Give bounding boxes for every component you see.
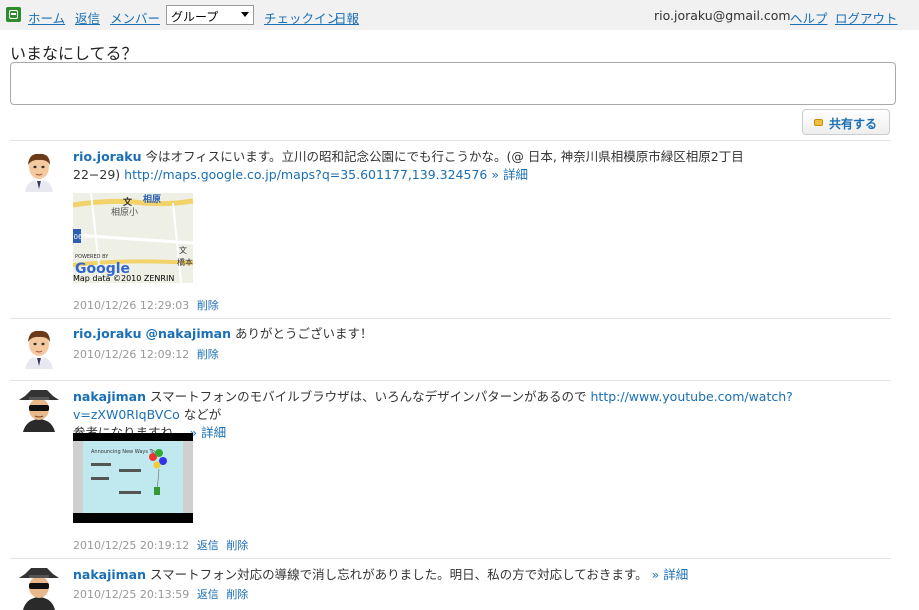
avatar[interactable] xyxy=(17,388,61,432)
map-label-1: 文 xyxy=(122,196,133,208)
top-nav-bar: ホーム 返信 メンバー グループ チェックイン 日報 rio.joraku@gm… xyxy=(0,0,919,30)
nav-checkin-link[interactable]: チェックイン xyxy=(264,8,339,27)
post-message-cont: 22−29) xyxy=(73,167,121,182)
nav-home-link[interactable]: ホーム xyxy=(28,8,65,27)
delete-link[interactable]: 削除 xyxy=(226,539,248,552)
post-text: rio.joraku 今はオフィスにいます。立川の昭和記念公園にでも行こうかな。… xyxy=(73,148,893,184)
post-mention-link[interactable]: @nakajiman xyxy=(145,326,231,341)
nav-members-link[interactable]: メンバー xyxy=(110,8,160,27)
post-timestamp: 2010/12/26 12:29:03 xyxy=(73,299,190,312)
delete-link[interactable]: 削除 xyxy=(197,299,219,312)
reply-link[interactable]: 返信 xyxy=(197,588,219,601)
post-username-link[interactable]: nakajiman xyxy=(73,389,146,404)
post-map-link[interactable]: http://maps.google.co.jp/maps?q=35.60117… xyxy=(124,167,487,182)
map-label-2: 相原 xyxy=(143,193,161,205)
post-message: ありがとうございます！ xyxy=(234,326,373,341)
nav-help-link[interactable]: ヘルプ xyxy=(790,8,828,27)
post-meta: 2010/12/25 20:19:12 返信 削除 xyxy=(73,537,248,553)
avatar[interactable] xyxy=(17,325,61,369)
post-message: スマートフォン対応の導線で消し忘れがありました。明日、私の方で対応しておきます。 xyxy=(150,567,648,582)
group-select[interactable]: グループ xyxy=(166,5,254,25)
post-message: 今はオフィスにいます。立川の昭和記念公園にでも行こうかな。(@ 日本, 神奈川県… xyxy=(145,149,744,164)
post-meta: 2010/12/26 12:09:12 削除 xyxy=(73,346,219,362)
status-input[interactable] xyxy=(10,62,896,105)
nav-diary-link[interactable]: 日報 xyxy=(334,8,359,27)
divider xyxy=(10,380,891,381)
post-text: nakajiman スマートフォン対応の導線で消し忘れがありました。明日、私の方… xyxy=(73,566,893,584)
post-message-after: などが xyxy=(183,407,222,422)
post-message: スマートフォンのモバイルブラウザは、いろんなデザインパターンがあるので xyxy=(150,389,587,404)
chevron-down-icon xyxy=(241,12,249,17)
post-timestamp: 2010/12/25 20:19:12 xyxy=(73,539,190,552)
comment-icon xyxy=(814,119,823,126)
post-more-link[interactable]: » 詳細 xyxy=(190,425,227,440)
delete-link[interactable]: 削除 xyxy=(197,348,219,361)
map-route-number: 06 xyxy=(74,233,83,241)
map-label-5: 橋本 xyxy=(177,257,193,267)
user-email: rio.joraku@gmail.com xyxy=(654,8,791,23)
avatar[interactable] xyxy=(17,566,61,610)
share-button[interactable]: 共有する xyxy=(802,109,890,135)
map-copyright: Map data ©2010 ZENRIN xyxy=(73,274,174,283)
video-thumbnail[interactable]: Announcing New Ways To xyxy=(73,433,193,523)
map-label-4: 文 xyxy=(179,245,187,255)
post-meta: 2010/12/25 20:13:59 返信 削除 xyxy=(73,586,248,602)
post-more-link[interactable]: » 詳細 xyxy=(652,567,689,582)
post-timestamp: 2010/12/26 12:09:12 xyxy=(73,348,190,361)
group-select-value: グループ xyxy=(171,10,219,24)
app-logo-icon[interactable] xyxy=(6,7,21,22)
post-text: rio.joraku @nakajiman ありがとうございます！ xyxy=(73,325,893,343)
share-button-label: 共有する xyxy=(829,117,878,131)
divider xyxy=(10,318,891,319)
nav-logout-link[interactable]: ログアウト xyxy=(835,8,898,27)
post-timestamp: 2010/12/25 20:13:59 xyxy=(73,588,190,601)
compose-prompt: いまなにしてる？ xyxy=(10,44,138,63)
post-text: nakajiman スマートフォンのモバイルブラウザは、いろんなデザインパターン… xyxy=(73,388,893,442)
reply-link[interactable]: 返信 xyxy=(197,539,219,552)
nav-replies-link[interactable]: 返信 xyxy=(75,8,100,27)
divider xyxy=(10,558,891,559)
map-label-3: 相原小 xyxy=(111,206,138,218)
avatar[interactable] xyxy=(17,148,61,192)
post-username-link[interactable]: rio.joraku xyxy=(73,149,141,164)
post-more-link[interactable]: » 詳細 xyxy=(491,167,528,182)
divider xyxy=(10,140,891,141)
map-powered-by: POWERED BY xyxy=(75,254,109,260)
post-username-link[interactable]: nakajiman xyxy=(73,567,146,582)
map-thumbnail[interactable]: 06 文 相原 相原小 文 橋本 POWERED BY Google Map d… xyxy=(73,193,193,283)
video-title: Announcing New Ways To xyxy=(91,449,155,455)
delete-link[interactable]: 削除 xyxy=(226,588,248,601)
post-username-link[interactable]: rio.joraku xyxy=(73,326,141,341)
post-meta: 2010/12/26 12:29:03 削除 xyxy=(73,297,219,313)
